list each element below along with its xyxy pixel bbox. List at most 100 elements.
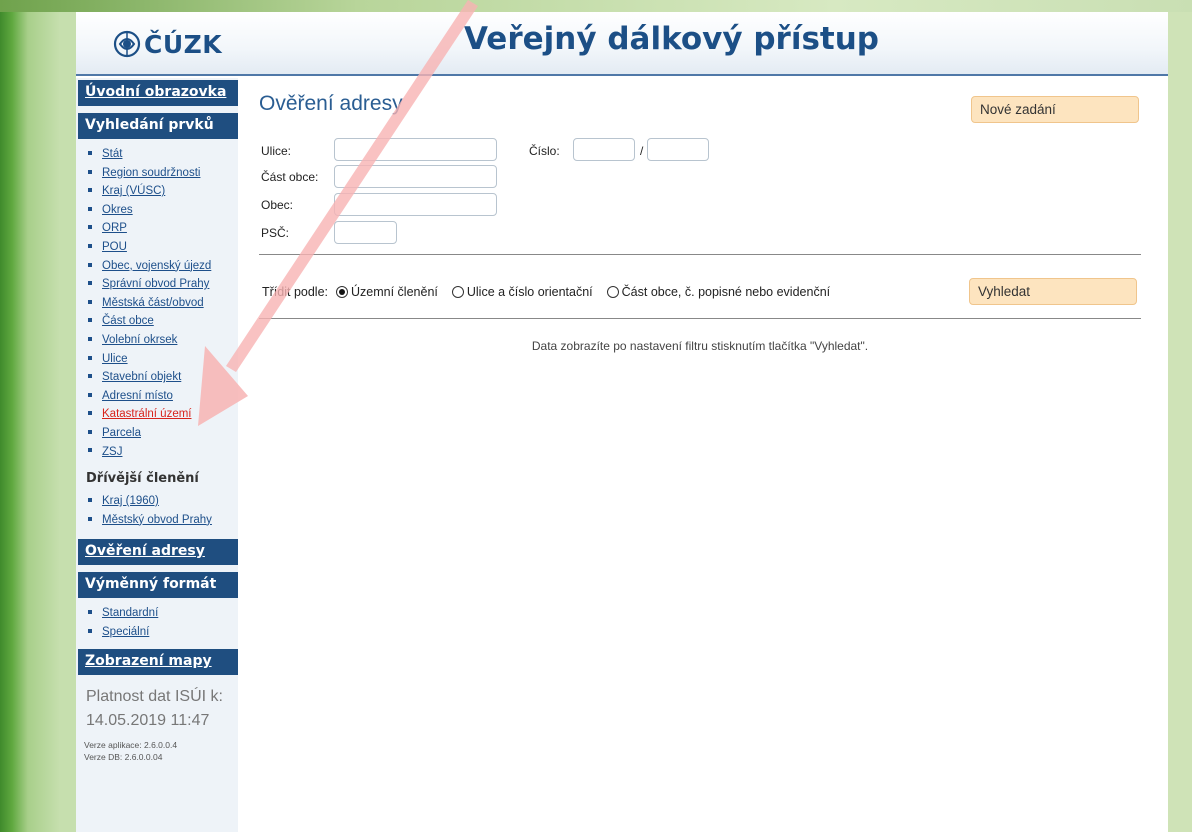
number-separator: / [640,144,644,158]
orientation-number-input[interactable] [647,138,709,161]
sidebar-link-spravni-obvod[interactable]: Správní obvod Prahy [102,278,209,290]
db-version: Verze DB: 2.6.0.0.04 [84,752,163,763]
sidebar-link-mestska-cast[interactable]: Městská část/obvod [102,297,204,309]
sidebar-link-stavebni-objekt[interactable]: Stavební objekt [102,371,181,383]
bullet-icon [88,516,92,521]
bullet-icon [88,243,92,248]
sidebar-item: Katastrální území [86,405,238,424]
sidebar-link-standardni[interactable]: Standardní [102,607,158,619]
sidebar-link-kraj-1960[interactable]: Kraj (1960) [102,495,159,507]
nav-exchange-heading[interactable]: Výměnný formát [78,572,238,599]
exchange-items-list: Standardní Speciální [76,598,238,645]
search-button[interactable]: Vyhledat [969,278,1137,305]
bullet-icon [88,299,92,304]
house-number-input[interactable] [573,138,635,161]
filter-hint: Data zobrazíte po nastavení filtru stisk… [531,339,869,353]
sort-radio-territorial[interactable] [336,286,349,298]
street-input[interactable] [334,138,497,161]
bullet-icon [88,225,92,230]
bullet-icon [88,169,92,174]
municipality-input[interactable] [334,193,497,216]
sort-radio-part[interactable] [606,286,619,298]
nav-search-heading[interactable]: Vyhledání prvků [78,113,238,139]
validity-label: Platnost dat ISÚI k: [86,688,223,706]
nav-home-link[interactable]: Úvodní obrazovka [78,80,238,106]
sidebar-item: Standardní [86,604,238,623]
street-label: Ulice: [261,144,292,158]
former-items-list: Kraj (1960) Městský obvod Prahy [76,488,238,533]
new-entry-button[interactable]: Nové zadání [971,96,1139,123]
bullet-icon [88,411,92,416]
sidebar-link-obec[interactable]: Obec, vojenský újezd [102,260,211,272]
sort-label: Třídit podle: [262,285,329,299]
sort-radio-street[interactable] [451,286,464,298]
sidebar-item: Správní obvod Prahy [86,275,238,294]
sidebar-link-adresni-misto[interactable]: Adresní místo [102,390,173,402]
app-version: Verze aplikace: 2.6.0.0.4 [84,740,178,751]
sort-option-label[interactable]: Ulice a číslo orientační [467,285,593,299]
sidebar-item: ORP [86,219,238,238]
number-label: Číslo: [529,144,560,158]
sidebar-item: Region soudržnosti [86,164,238,183]
sidebar-item: ZSJ [86,443,238,462]
search-items-list: Stát Region soudržnosti Kraj (VÚSC) Okre… [76,139,238,465]
sidebar-link-specialni[interactable]: Speciální [102,626,149,638]
bullet-icon [88,150,92,155]
site-header: ČÚZK Veřejný dálkový přístup [76,12,1168,76]
sidebar-item: Městská část/obvod [86,294,238,313]
sidebar-link-katastralni-uzemi[interactable]: Katastrální území [102,408,191,420]
sidebar-item: Adresní místo [86,387,238,406]
sidebar-link-parcela[interactable]: Parcela [102,427,141,439]
divider-top [259,254,1141,255]
sidebar-item: Část obce [86,312,238,331]
former-division-heading: Dřívější členění [76,465,238,489]
bullet-icon [88,206,92,211]
sidebar-link-okres[interactable]: Okres [102,204,133,216]
sort-option-label[interactable]: Část obce, č. popisné nebo evidenční [622,285,830,299]
sidebar-link-mestsky-obvod[interactable]: Městský obvod Prahy [102,514,212,526]
bullet-icon [88,281,92,286]
sidebar-item: Stavební objekt [86,368,238,387]
cuzk-logo[interactable]: ČÚZK [112,26,222,62]
sidebar-item: Okres [86,201,238,220]
page-title: Ověření adresy [259,92,403,115]
sidebar-link-ulice[interactable]: Ulice [102,353,128,365]
bullet-icon [88,262,92,267]
nav-map-link[interactable]: Zobrazení mapy [78,649,238,676]
sidebar-item: Stát [86,145,238,164]
sidebar: Úvodní obrazovka Vyhledání prvků Stát Re… [76,78,238,832]
sidebar-link-volebni-okrsek[interactable]: Volební okrsek [102,334,177,346]
bullet-icon [88,448,92,453]
sidebar-item: Městský obvod Prahy [86,511,238,530]
bullet-icon [88,429,92,434]
zip-input[interactable] [334,221,397,244]
sort-option-label[interactable]: Územní členění [351,285,438,299]
part-of-municipality-input[interactable] [334,165,497,188]
page-container: ČÚZK Veřejný dálkový přístup Úvodní obra… [76,12,1168,832]
sidebar-link-stat[interactable]: Stát [102,148,122,160]
site-title: Veřejný dálkový přístup [464,21,879,57]
bullet-icon [88,374,92,379]
sidebar-link-orp[interactable]: ORP [102,222,127,234]
divider-bottom [259,318,1141,319]
sidebar-item: Parcela [86,424,238,443]
sidebar-link-region[interactable]: Region soudržnosti [102,167,200,179]
sidebar-item: Speciální [86,623,238,642]
logo-text: ČÚZK [144,29,223,59]
nav-address-check-link[interactable]: Ověření adresy [78,539,238,566]
sidebar-link-kraj[interactable]: Kraj (VÚSC) [102,185,165,197]
sidebar-link-cast-obce[interactable]: Část obce [102,315,154,327]
zip-label: PSČ: [261,226,290,240]
data-validity: Platnost dat ISÚI k: 14.05.2019 11:47 [76,675,238,733]
municipality-label: Obec: [261,198,294,212]
bullet-icon [88,355,92,360]
sidebar-item: Ulice [86,350,238,369]
sidebar-link-pou[interactable]: POU [102,241,127,253]
sidebar-item: Volební okrsek [86,331,238,350]
bullet-icon [88,392,92,397]
bullet-icon [88,498,92,503]
version-info: Verze aplikace: 2.6.0.0.4 Verze DB: 2.6.… [76,733,238,763]
validity-date: 14.05.2019 11:47 [86,712,210,730]
bullet-icon [88,318,92,323]
sidebar-link-zsj[interactable]: ZSJ [102,446,122,458]
